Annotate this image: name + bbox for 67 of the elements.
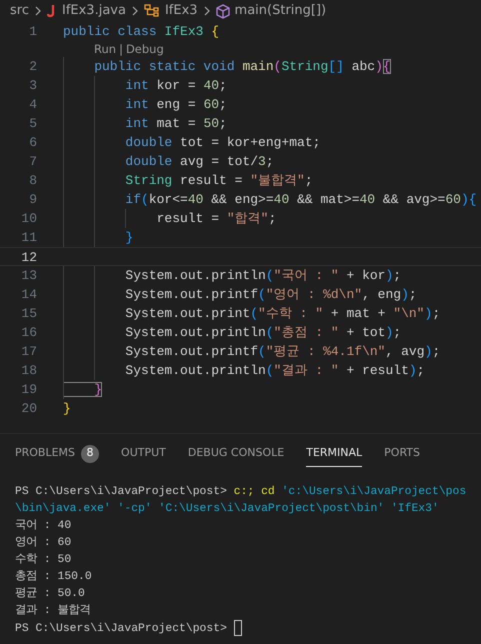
terminal-line: \bin\java.exe' '-cp' 'C:\Users\i\JavaProject\post\bin' 'IfEx3' bbox=[15, 503, 439, 515]
panel-tab[interactable]: PROBLEMS 8 bbox=[15, 440, 100, 468]
code-line: } bbox=[63, 382, 102, 397]
code-line: int mat = 50; bbox=[124, 116, 227, 131]
terminal-line: 총점 : 150.0 bbox=[15, 571, 92, 583]
code-line: System.out.printf("평균 : %4.1f\n", avg); bbox=[124, 344, 440, 359]
panel-tab[interactable]: DEBUG CONSOLE bbox=[188, 441, 284, 467]
chevron-icon bbox=[202, 6, 211, 16]
panel-tab[interactable]: PORTS bbox=[384, 441, 420, 467]
code-line: } bbox=[124, 230, 134, 245]
line-number: 7 bbox=[28, 153, 37, 171]
panel-tab[interactable]: OUTPUT bbox=[121, 441, 166, 467]
cube-icon bbox=[216, 4, 230, 18]
class-icon bbox=[144, 4, 160, 18]
breadcrumb-item[interactable]: main(String[]) bbox=[234, 1, 326, 21]
code-line: System.out.println("총점 : " + tot); bbox=[124, 325, 402, 340]
chevron-icon bbox=[130, 6, 139, 16]
line-number: 17 bbox=[20, 343, 37, 361]
line-number: 13 bbox=[20, 267, 37, 285]
line-number: 4 bbox=[28, 96, 37, 114]
line-number: 1 bbox=[28, 23, 37, 41]
code-line: result = "합격"; bbox=[156, 211, 276, 226]
line-number: 12 bbox=[20, 249, 37, 265]
line-number: 10 bbox=[20, 210, 37, 228]
line-number: 2 bbox=[28, 58, 37, 76]
line-number: 5 bbox=[28, 115, 37, 133]
code-line: System.out.println("국어 : " + kor); bbox=[124, 268, 402, 283]
terminal-line: 영어 : 60 bbox=[15, 537, 72, 549]
code-line: int kor = 40; bbox=[124, 78, 227, 93]
line-number: 6 bbox=[28, 134, 37, 152]
terminal-line: PS C:\Users\i\JavaProject\post> bbox=[15, 623, 228, 636]
code-line: if(kor<=40 && eng>=40 && mat>=40 && avg>=60){ bbox=[124, 192, 477, 207]
codelens-link[interactable]: Debug bbox=[126, 41, 164, 57]
count-badge: 8 bbox=[81, 444, 100, 462]
line-number: 15 bbox=[20, 305, 37, 323]
terminal-line: PS C:\Users\i\JavaProject\post> c:; cd 'c:\Users\i\JavaProject\pos bbox=[15, 486, 466, 498]
terminal-line: 수학 : 50 bbox=[15, 554, 72, 566]
line-number: 11 bbox=[20, 229, 37, 247]
code-line: System.out.println("결과 : " + result); bbox=[124, 363, 425, 378]
line-number: 20 bbox=[20, 400, 37, 418]
terminal-line: 국어 : 40 bbox=[15, 520, 72, 532]
breadcrumb-item[interactable]: IfEx3.java bbox=[62, 1, 126, 21]
code-line: } bbox=[63, 401, 71, 416]
line-number: 8 bbox=[28, 172, 37, 190]
line-number: 18 bbox=[20, 362, 37, 380]
code-line: System.out.print("수학 : " + mat + "\n"); bbox=[124, 306, 440, 321]
j-icon bbox=[46, 4, 57, 18]
code-line: System.out.printf("영어 : %d\n", eng); bbox=[124, 287, 417, 302]
line-number: 3 bbox=[28, 77, 37, 95]
separator: | bbox=[119, 41, 123, 57]
chevron-icon bbox=[34, 6, 42, 16]
line-number: 14 bbox=[20, 286, 37, 304]
line-number: 19 bbox=[20, 381, 37, 399]
code-line: public class IfEx3 { bbox=[63, 24, 220, 39]
breadcrumb-folder[interactable]: src bbox=[10, 1, 29, 21]
line-number: 9 bbox=[28, 191, 37, 209]
breadcrumb-item[interactable]: IfEx3 bbox=[164, 1, 198, 21]
terminal-line: 결과 : 불합격 bbox=[15, 605, 91, 617]
code-line: public static void main(String[] abc){ bbox=[93, 59, 391, 74]
panel-tab[interactable]: TERMINAL bbox=[306, 441, 362, 467]
code-line: int eng = 60; bbox=[124, 97, 227, 112]
codelens-link[interactable]: Run bbox=[94, 41, 116, 57]
code-line: double tot = kor+eng+mat; bbox=[124, 135, 320, 150]
terminal-line: 평균 : 50.0 bbox=[15, 588, 85, 600]
code-line: String result = "불합격"; bbox=[124, 173, 313, 188]
code-line: double avg = tot/3; bbox=[124, 154, 274, 169]
line-number: 16 bbox=[20, 324, 37, 342]
